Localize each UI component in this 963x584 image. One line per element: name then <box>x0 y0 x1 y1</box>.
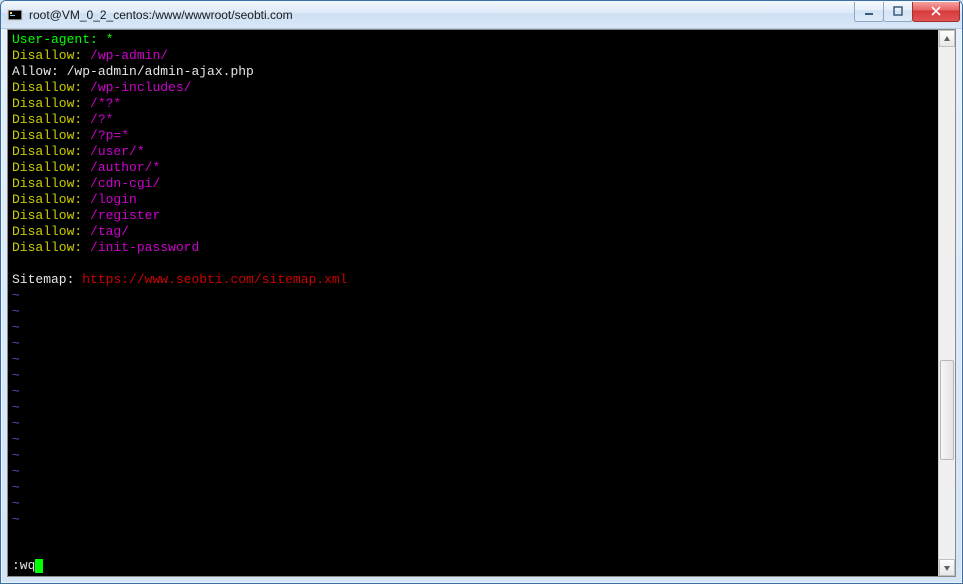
robots-disallow-key: Disallow: <box>12 240 82 255</box>
vim-command: :wq <box>12 558 35 573</box>
vim-tilde: ~ <box>12 512 20 527</box>
vim-tilde: ~ <box>12 464 20 479</box>
robots-disallow-val: /wp-includes/ <box>90 80 191 95</box>
vim-tilde: ~ <box>12 432 20 447</box>
close-button[interactable] <box>912 2 960 22</box>
vim-tilde: ~ <box>12 288 20 303</box>
vim-tilde: ~ <box>12 384 20 399</box>
robots-disallow-key: Disallow: <box>12 208 82 223</box>
maximize-button[interactable] <box>883 2 913 22</box>
robots-disallow-key: Disallow: <box>12 80 82 95</box>
robots-allow-val: /wp-admin/admin-ajax.php <box>67 64 254 79</box>
titlebar[interactable]: root@VM_0_2_centos:/www/wwwroot/seobti.c… <box>1 1 962 29</box>
terminal[interactable]: User-agent: * Disallow: /wp-admin/ Allow… <box>8 30 938 576</box>
putty-window: root@VM_0_2_centos:/www/wwwroot/seobti.c… <box>0 0 963 584</box>
robots-disallow-val: /register <box>90 208 160 223</box>
robots-disallow-key: Disallow: <box>12 112 82 127</box>
scrollbar[interactable] <box>938 30 955 576</box>
robots-disallow-key: Disallow: <box>12 96 82 111</box>
scroll-down-button[interactable] <box>939 559 955 576</box>
vim-tilde: ~ <box>12 416 20 431</box>
vim-tilde: ~ <box>12 304 20 319</box>
window-controls <box>855 2 960 22</box>
window-title: root@VM_0_2_centos:/www/wwwroot/seobti.c… <box>29 8 855 22</box>
client-area: User-agent: * Disallow: /wp-admin/ Allow… <box>7 29 956 577</box>
robots-disallow-val: /cdn-cgi/ <box>90 176 160 191</box>
vim-tilde: ~ <box>12 368 20 383</box>
scroll-up-button[interactable] <box>939 30 955 47</box>
vim-command-line[interactable]: :wq <box>12 558 43 574</box>
vim-tilde: ~ <box>12 480 20 495</box>
robots-disallow-val: /*?* <box>90 96 121 111</box>
robots-sitemap-key: Sitemap: <box>12 272 74 287</box>
robots-allow-key: Allow: <box>12 64 59 79</box>
robots-disallow-val: /init-password <box>90 240 199 255</box>
robots-disallow-val: /login <box>90 192 137 207</box>
putty-icon <box>7 7 23 23</box>
vim-tilde: ~ <box>12 496 20 511</box>
vim-tilde: ~ <box>12 400 20 415</box>
vim-tilde: ~ <box>12 352 20 367</box>
vim-tilde: ~ <box>12 320 20 335</box>
robots-disallow-key: Disallow: <box>12 192 82 207</box>
robots-sitemap-val: https://www.seobti.com/sitemap.xml <box>82 272 347 287</box>
scroll-thumb[interactable] <box>940 360 954 460</box>
robots-disallow-val: /tag/ <box>90 224 129 239</box>
robots-disallow-val: /?* <box>90 112 113 127</box>
robots-disallow-key: Disallow: <box>12 48 82 63</box>
cursor-icon <box>35 559 43 573</box>
minimize-button[interactable] <box>854 2 884 22</box>
robots-disallow-val: /user/* <box>90 144 145 159</box>
robots-disallow-key: Disallow: <box>12 128 82 143</box>
robots-disallow-val: /?p=* <box>90 128 129 143</box>
robots-user-agent-val: * <box>106 32 114 47</box>
vim-tilde: ~ <box>12 336 20 351</box>
vim-tilde: ~ <box>12 448 20 463</box>
robots-disallow-key: Disallow: <box>12 144 82 159</box>
robots-disallow-key: Disallow: <box>12 224 82 239</box>
robots-disallow-key: Disallow: <box>12 160 82 175</box>
robots-disallow-key: Disallow: <box>12 176 82 191</box>
robots-disallow-val: /author/* <box>90 160 160 175</box>
robots-user-agent-key: User-agent: <box>12 32 98 47</box>
robots-disallow-val: /wp-admin/ <box>90 48 168 63</box>
